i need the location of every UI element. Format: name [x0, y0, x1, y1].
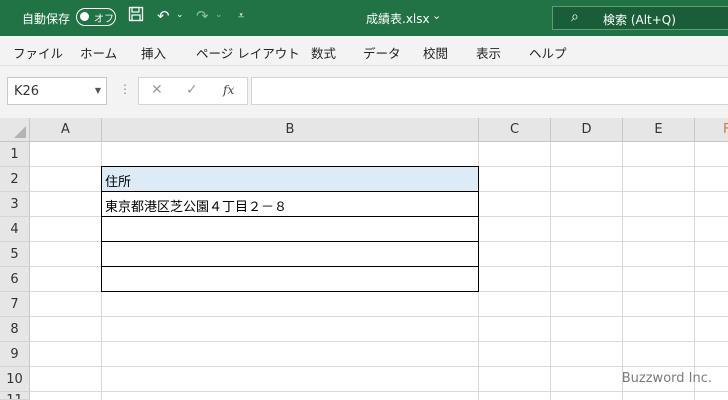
chevron-down-icon[interactable]: ⌄	[432, 9, 441, 22]
address-table: 住所 東京都港区芝公園４丁目２－８	[101, 166, 479, 292]
column-header-e[interactable]: E	[623, 118, 695, 142]
row-header-3[interactable]: 3	[0, 192, 30, 217]
gridline	[30, 316, 728, 317]
enter-icon[interactable]: ✓	[186, 82, 198, 98]
cell-b3[interactable]: 東京都港区芝公園４丁目２－８	[102, 192, 478, 217]
cancel-icon[interactable]: ✕	[151, 82, 163, 98]
cell-b6[interactable]	[102, 267, 478, 292]
tab-review[interactable]: 校閲	[423, 43, 448, 62]
formula-input[interactable]	[251, 77, 728, 105]
formula-bar: K26 ▼ ⋮ ✕ ✓ fx	[0, 66, 728, 118]
search-placeholder: 検索 (Alt+Q)	[603, 13, 676, 27]
tab-file[interactable]: ファイル	[13, 43, 63, 62]
row-header-7[interactable]: 7	[0, 292, 30, 317]
tab-page-layout[interactable]: ページ レイアウト	[196, 43, 300, 62]
row-header-1[interactable]: 1	[0, 142, 30, 167]
name-box-value: K26	[14, 84, 40, 99]
tab-home[interactable]: ホーム	[80, 43, 117, 62]
tab-data[interactable]: データ	[363, 43, 401, 62]
gridline	[550, 142, 551, 400]
gridline	[30, 366, 728, 367]
autosave-label: 自動保存	[22, 12, 71, 26]
file-name[interactable]: 成績表.xlsx	[366, 10, 430, 27]
undo-dropdown-icon[interactable]: ⌄	[176, 10, 184, 20]
save-icon[interactable]	[128, 6, 144, 27]
autosave-toggle-text: オフ	[94, 14, 114, 25]
select-all-button[interactable]	[0, 118, 30, 142]
gridline	[694, 142, 695, 400]
ribbon-tabs: ファイル ホーム 挿入 ページ レイアウト 数式 データ 校閲 表示 ヘルプ	[0, 36, 728, 66]
name-box-dropdown-icon[interactable]: ▼	[95, 86, 101, 95]
insert-function-icon[interactable]: fx	[223, 83, 234, 97]
cell-b4[interactable]	[102, 217, 478, 242]
title-bar: 自動保存 オフ ↶ ⌄ ↷ ⌄ ⩡ 成績表.xlsx ⌄ ⌕ 検索 (Alt+Q…	[0, 0, 728, 36]
undo-icon[interactable]: ↶	[157, 6, 170, 26]
autosave-toggle[interactable]: オフ	[76, 8, 116, 26]
column-header-a[interactable]: A	[30, 118, 102, 142]
customize-toolbar-icon[interactable]: ⩡	[238, 9, 244, 23]
gridline	[30, 341, 728, 342]
redo-dropdown-icon[interactable]: ⌄	[215, 10, 223, 20]
row-header-6[interactable]: 6	[0, 267, 30, 292]
row-header-4[interactable]: 4	[0, 217, 30, 242]
row-header-2[interactable]: 2	[0, 167, 30, 192]
tab-insert[interactable]: 挿入	[141, 43, 166, 62]
column-header-d[interactable]: D	[551, 118, 623, 142]
table-cell-text: 東京都港区芝公園４丁目２－８	[105, 200, 288, 215]
gridline	[30, 391, 728, 392]
name-box[interactable]: K26 ▼	[7, 77, 107, 105]
search-icon: ⌕	[571, 9, 579, 25]
redo-icon[interactable]: ↷	[196, 6, 209, 26]
cell-b2[interactable]: 住所	[102, 167, 478, 192]
formula-bar-grip-icon[interactable]: ⋮	[119, 82, 131, 96]
tab-view[interactable]: 表示	[476, 43, 501, 62]
row-header-8[interactable]: 8	[0, 317, 30, 342]
column-header-f[interactable]: F	[695, 118, 728, 142]
row-header-11[interactable]: 11	[0, 392, 30, 400]
tab-formulas[interactable]: 数式	[311, 43, 336, 62]
table-header-text: 住所	[105, 175, 132, 190]
formula-buttons: ✕ ✓ fx	[138, 77, 248, 105]
toggle-knob	[80, 12, 89, 21]
tab-help[interactable]: ヘルプ	[529, 43, 567, 62]
search-box[interactable]: ⌕ 検索 (Alt+Q)	[552, 6, 728, 30]
watermark: Buzzword Inc.	[621, 371, 712, 386]
select-all-triangle-icon	[14, 126, 26, 138]
row-header-9[interactable]: 9	[0, 342, 30, 367]
row-header-10[interactable]: 10	[0, 367, 30, 392]
row-header-5[interactable]: 5	[0, 242, 30, 267]
column-header-c[interactable]: C	[479, 118, 551, 142]
cell-b5[interactable]	[102, 242, 478, 267]
gridline	[622, 142, 623, 400]
column-header-b[interactable]: B	[102, 118, 479, 142]
